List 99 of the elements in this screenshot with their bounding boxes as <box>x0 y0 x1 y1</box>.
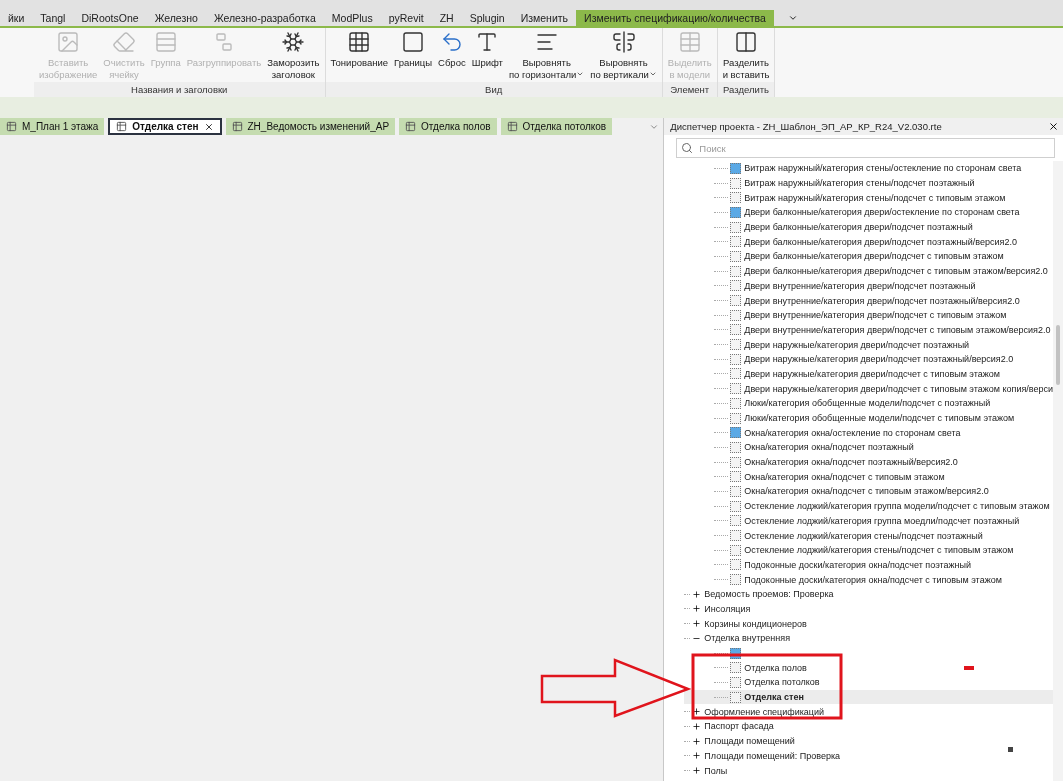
tree-group[interactable]: Инсоляция <box>684 601 1053 617</box>
tree-item[interactable]: Люки/категория обобщенные модели/подсчет с типовым этажом <box>684 410 1053 426</box>
view-tab[interactable]: Отделка потолков <box>500 118 613 135</box>
tree-item[interactable]: Витраж наружный/категория стены/подсчет с типовым этажом <box>684 190 1053 206</box>
panel-title: Разделить <box>717 82 775 97</box>
tree-item[interactable]: Двери балконные/категория двери/подсчет поэтажный <box>684 219 1053 235</box>
panel-title: Элемент <box>662 82 717 97</box>
caret-icon <box>648 70 657 78</box>
tree-group[interactable]: Площади помещений: Проверка <box>684 748 1053 764</box>
panel-title: Диспетчер проекта - ZH_Шаблон_ЭП_АР_КР_R24_V2.030.rte <box>670 121 942 132</box>
tree-item[interactable]: Двери наружные/категория двери/подсчет поэтажный/версия2.0 <box>684 351 1053 367</box>
table-icon <box>506 121 518 132</box>
ribbon-tab[interactable]: Изменить спецификацию/количества <box>576 10 774 26</box>
expand-icon[interactable] <box>692 707 702 717</box>
tree-item[interactable]: Остекление лоджий/категория стены/подсчет поэтажный <box>684 528 1053 543</box>
grid-icon <box>347 30 372 54</box>
search-icon <box>681 142 694 154</box>
picture-icon <box>56 30 81 54</box>
view-tab[interactable]: Отделка полов <box>399 118 497 135</box>
tree-item[interactable]: Витраж наружный/категория стены/остекление по сторонам света <box>684 161 1053 176</box>
panel-title: Названия и заголовки <box>34 82 325 97</box>
tree-item[interactable]: Люки/категория обобщенные модели/подсчет с поэтажный <box>684 396 1053 411</box>
ribbon-button[interactable]: Шрифт <box>468 30 506 69</box>
search-field[interactable]: Поиск <box>676 138 1055 158</box>
tree-group[interactable]: Площади помещений <box>684 733 1053 749</box>
ribbon-tab[interactable]: ModPlus <box>323 10 381 26</box>
tree-item[interactable]: Двери внутренние/категория двери/подсчет поэтажный <box>684 278 1053 294</box>
tree-group[interactable]: Оформление спецификаций <box>684 704 1053 720</box>
ribbon-tab[interactable]: DiRootsOne <box>73 10 147 26</box>
expand-icon[interactable] <box>692 721 702 731</box>
ribbon-button[interactable]: Сброс <box>435 30 469 69</box>
tree-item[interactable]: Отделка стен <box>684 689 1053 705</box>
table-icon <box>6 121 17 132</box>
tree-item[interactable]: Окна/категория окна/подсчет поэтажный <box>684 440 1053 455</box>
ribbon-button[interactable]: Разделить и вставить <box>719 30 773 81</box>
tree-group[interactable]: Паспорт фасада <box>684 719 1053 734</box>
tree-item[interactable]: Двери внутренние/категория двери/подсчет с типовым этажом/версия2.0 <box>684 322 1053 338</box>
tree-item[interactable]: Окна/категория окна/подсчет с типовым этажом <box>684 469 1053 485</box>
ribbon-tab[interactable]: Изменить <box>512 10 577 26</box>
tree-item[interactable]: Двери балконные/категория двери/подсчет с типовым этажом/версия2.0 <box>684 263 1053 279</box>
eraser-icon <box>112 30 136 54</box>
view-tab[interactable]: М_План 1 этажа <box>0 118 105 135</box>
ribbon-button[interactable]: Заморозить заголовок <box>264 30 323 81</box>
square-icon <box>401 30 426 54</box>
tree-item[interactable]: Витраж наружный/категория стены/подсчет поэтажный <box>684 175 1053 191</box>
table-icon <box>116 121 128 132</box>
tree-item[interactable]: Двери балконные/категория двери/подсчет поэтажный/версия2.0 <box>684 234 1053 250</box>
tree-group[interactable]: Ведомость проемов: Проверка <box>684 586 1053 602</box>
ribbon-button[interactable]: Выровнять по горизонтали <box>505 30 588 81</box>
ribbon-button[interactable]: Границы <box>391 30 436 69</box>
ribbon-tab[interactable]: Железно-разработка <box>205 10 324 26</box>
table-icon <box>231 121 243 132</box>
tree-item[interactable]: Окна/категория окна/остекление по сторонам света <box>684 425 1053 441</box>
view-tab[interactable]: ZH_Ведомость изменений_АР <box>225 118 396 135</box>
expand-icon[interactable] <box>692 751 702 761</box>
rows-icon <box>153 30 178 54</box>
tree-group[interactable]: Отделка внутренняя <box>684 631 1053 646</box>
dash-mark <box>964 666 974 670</box>
tree-item[interactable]: Двери наружные/категория двери/подсчет с типовым этажом <box>684 366 1053 382</box>
close-icon[interactable] <box>203 121 214 132</box>
expand-icon[interactable] <box>692 589 702 599</box>
ribbon-tab[interactable]: Железно <box>146 10 206 26</box>
tree-item[interactable]: Остекление лоджий/категория группа моедли/подсчет поэтажный <box>684 513 1053 529</box>
tree-item[interactable]: Подоконные доски/категория окна/подсчет с типовым этажом <box>684 572 1053 587</box>
expand-icon[interactable] <box>692 619 702 629</box>
tree-item[interactable]: Двери внутренние/категория двери/подсчет поэтажный/версия2.0 <box>684 293 1053 308</box>
tree-item[interactable]: Двери балконные/категория двери/подсчет с типовым этажом <box>684 249 1053 264</box>
panel-title: Вид <box>325 82 662 97</box>
expand-icon[interactable] <box>692 604 702 614</box>
view-tab[interactable]: Отделка стен <box>108 118 222 135</box>
ribbon-tab[interactable]: ZH <box>431 10 462 26</box>
align-vertical-icon <box>611 30 636 54</box>
ribbon-tab[interactable]: Tangl <box>32 10 74 26</box>
tree-item[interactable]: Подоконные доски/категория окна/подсчет поэтажный <box>684 557 1053 573</box>
table-icon <box>677 30 702 54</box>
tree-item[interactable]: Отделка потолков <box>684 675 1053 690</box>
tree-group[interactable]: Корзины кондиционеров <box>684 616 1053 631</box>
tree-item[interactable]: Двери внутренние/категория двери/подсчет с типовым этажом <box>684 307 1053 323</box>
table-icon <box>405 121 417 132</box>
tree-item[interactable]: Двери наружные/категория двери/подсчет поэтажный <box>684 337 1053 352</box>
tree-group[interactable]: Полы <box>684 763 1053 778</box>
tree-item[interactable]: Отделка полов <box>684 660 1053 676</box>
expand-icon[interactable] <box>692 766 702 776</box>
close-icon[interactable] <box>1048 121 1059 132</box>
expand-icon[interactable] <box>692 736 702 746</box>
tree-item[interactable]: Окна/категория окна/подсчет с типовым этажом/версия2.0 <box>684 484 1053 499</box>
tree-item[interactable]: Остекление лоджий/категория группа модели/подсчет с типовым этажом <box>684 498 1053 514</box>
ribbon-button[interactable]: Выровнять по вертикали <box>587 30 660 81</box>
ribbon-tab[interactable]: йки <box>0 10 33 26</box>
ribbon-tab[interactable]: pyRevit <box>380 10 432 26</box>
ribbon-button[interactable]: Тонирование <box>327 30 392 69</box>
snowflake-table-icon <box>281 30 306 54</box>
caret-icon <box>576 70 585 78</box>
split-table-icon <box>734 30 759 54</box>
tree-item[interactable]: Остекление лоджий/категория стены/подсчет с типовым этажом <box>684 542 1053 558</box>
tree-item[interactable]: Окна/категория окна/подсчет поэтажный/версия2.0 <box>684 454 1053 470</box>
ribbon-tab[interactable]: Splugin <box>461 10 513 26</box>
tree-item[interactable]: Двери балконные/категория двери/остекление по сторонам света <box>684 205 1053 220</box>
tree-item[interactable]: Двери наружные/категория двери/подсчет с типовым этажом копия/верси <box>684 381 1053 396</box>
